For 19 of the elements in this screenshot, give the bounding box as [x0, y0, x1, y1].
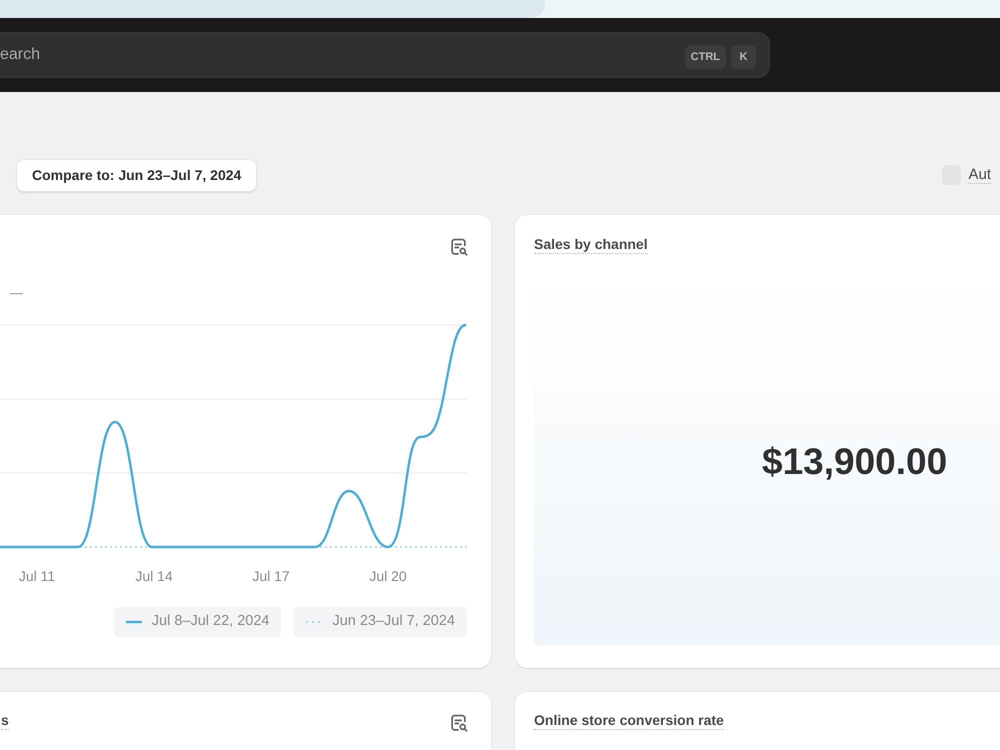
legend-label: Jul 8–Jul 22, 2024 — [152, 612, 270, 632]
search-document-icon[interactable] — [450, 714, 468, 732]
axis-label: Jul 14 — [134, 567, 174, 585]
shortcut-key: CTRL — [684, 45, 726, 69]
line-swatch-icon — [126, 620, 142, 624]
checkbox-label: Aut — [968, 166, 991, 184]
shortcut-key: K — [731, 45, 756, 69]
card-title: Sales by channel — [534, 235, 648, 254]
search-document-icon[interactable] — [450, 238, 468, 256]
compare-button[interactable]: Compare to: Jun 23–Jul 7, 2024 — [16, 158, 258, 192]
legend-label: Jun 23–Jul 7, 2024 — [332, 612, 455, 632]
card-title: s — [1, 711, 9, 730]
dotted-line-icon — [306, 620, 322, 624]
metric-value: — — [10, 285, 23, 300]
axis-label: Jul 20 — [368, 567, 408, 585]
card-title: Online store conversion rate — [534, 711, 724, 730]
total-value: $13,900.00 — [762, 440, 948, 484]
axis-label: Jul 17 — [251, 567, 291, 585]
axis-label: Jul 11 — [18, 567, 56, 585]
